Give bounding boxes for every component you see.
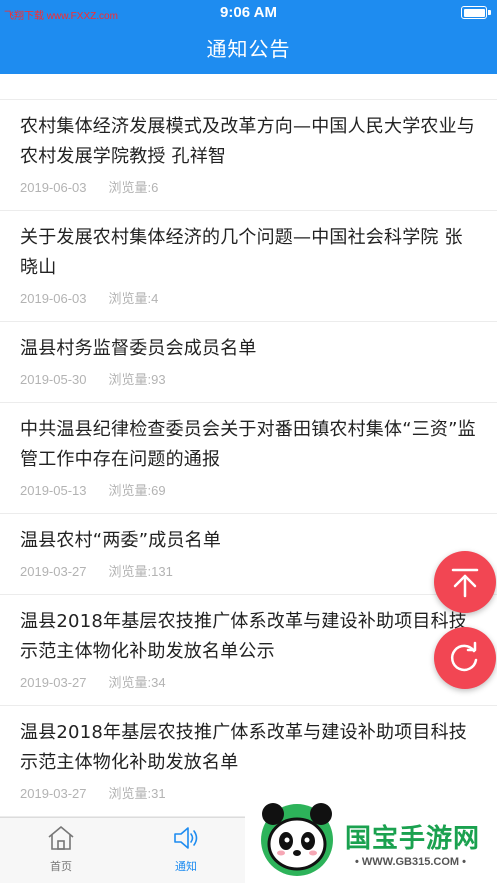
list-item[interactable]: 温县2018年基层农技推广体系改革与建设补助项目科技示范主体物化补助发放名单公示… bbox=[0, 595, 497, 706]
battery-tip bbox=[488, 10, 491, 15]
item-title: 农村集体经济发展模式及改革方向—中国人民大学农业与农村发展学院教授 孔祥智 bbox=[20, 116, 475, 167]
item-views: 浏览量:69 bbox=[108, 483, 166, 498]
item-date: 2019-05-30 bbox=[20, 372, 87, 387]
item-title: 温县2018年基层农技推广体系改革与建设补助项目科技示范主体物化补助发放名单公示 bbox=[20, 611, 468, 662]
item-title: 温县村务监督委员会成员名单 bbox=[20, 338, 257, 359]
item-meta: 2019-06-03 浏览量:4 bbox=[20, 289, 477, 309]
item-meta: 2019-03-27 浏览量:34 bbox=[20, 673, 477, 693]
item-views: 浏览量:31 bbox=[108, 786, 166, 801]
list-item[interactable]: 中共温县纪律检查委员会关于对番田镇农村集体“三资”监管工作中存在问题的通报 20… bbox=[0, 403, 497, 514]
scroll-to-top-button[interactable] bbox=[434, 551, 496, 613]
home-icon bbox=[48, 826, 74, 850]
list-top-spacer bbox=[0, 74, 497, 100]
item-date: 2019-06-03 bbox=[20, 180, 87, 195]
battery-icon bbox=[461, 6, 487, 19]
item-title: 温县2018年基层农技推广体系改革与建设补助项目科技示范主体物化补助发放名单 bbox=[20, 722, 468, 773]
item-views: 浏览量:34 bbox=[108, 675, 166, 690]
item-meta: 2019-06-03 浏览量:6 bbox=[20, 178, 477, 198]
item-date: 2019-03-27 bbox=[20, 675, 87, 690]
tab-notice[interactable]: 通知 bbox=[136, 824, 236, 874]
item-views: 浏览量:4 bbox=[108, 291, 159, 306]
item-views: 浏览量:6 bbox=[108, 180, 159, 195]
item-date: 2019-03-27 bbox=[20, 564, 87, 579]
item-views: 浏览量:93 bbox=[108, 372, 166, 387]
watermark-text: 国宝手游网 bbox=[345, 824, 481, 854]
list-item[interactable]: 关于发展农村集体经济的几个问题—中国社会科学院 张晓山 2019-06-03 浏览… bbox=[0, 211, 497, 322]
watermark-url: • WWW.GB315.COM • bbox=[355, 856, 466, 868]
item-meta: 2019-05-30 浏览量:93 bbox=[20, 370, 477, 390]
status-bar: 飞翔下载 www.FXXZ.com 9:06 AM bbox=[0, 0, 497, 26]
item-date: 2019-06-03 bbox=[20, 291, 87, 306]
item-title: 温县农村“两委”成员名单 bbox=[20, 530, 222, 551]
arrow-up-to-top-icon bbox=[451, 568, 479, 598]
item-date: 2019-03-27 bbox=[20, 786, 87, 801]
page-title: 通知公告 bbox=[206, 37, 291, 61]
refresh-icon bbox=[450, 641, 478, 672]
item-views: 浏览量:131 bbox=[108, 564, 173, 579]
nav-bar: 通知公告 bbox=[0, 26, 497, 74]
status-time: 9:06 AM bbox=[220, 4, 277, 21]
watermark-overlay: 国宝手游网 • WWW.GB315.COM • bbox=[245, 796, 497, 883]
item-title: 关于发展农村集体经济的几个问题—中国社会科学院 张晓山 bbox=[20, 227, 463, 278]
item-meta: 2019-03-27 浏览量:131 bbox=[20, 562, 477, 582]
panda-logo bbox=[261, 803, 333, 876]
speaker-icon bbox=[174, 827, 198, 849]
tab-home[interactable]: 首页 bbox=[11, 824, 111, 874]
item-title: 中共温县纪律检查委员会关于对番田镇农村集体“三资”监管工作中存在问题的通报 bbox=[20, 419, 476, 470]
list-item[interactable]: 农村集体经济发展模式及改革方向—中国人民大学农业与农村发展学院教授 孔祥智 20… bbox=[0, 100, 497, 211]
item-meta: 2019-05-13 浏览量:69 bbox=[20, 481, 477, 501]
tab-notice-label: 通知 bbox=[175, 860, 197, 873]
list-item[interactable]: 温县农村“两委”成员名单 2019-03-27 浏览量:131 bbox=[0, 514, 497, 595]
notice-list[interactable]: 农村集体经济发展模式及改革方向—中国人民大学农业与农村发展学院教授 孔祥智 20… bbox=[0, 74, 497, 817]
item-date: 2019-05-13 bbox=[20, 483, 87, 498]
refresh-button[interactable] bbox=[434, 627, 496, 689]
tab-home-label: 首页 bbox=[50, 860, 72, 873]
list-item[interactable]: 温县村务监督委员会成员名单 2019-05-30 浏览量:93 bbox=[0, 322, 497, 403]
